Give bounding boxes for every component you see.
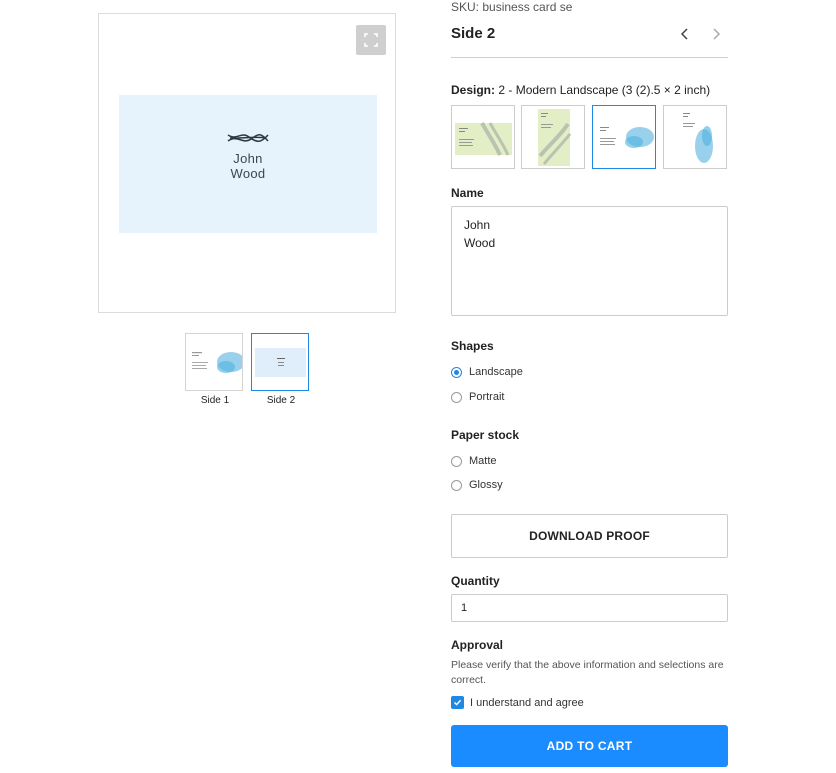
design-option-blue-landscape[interactable] [592,105,656,169]
chevron-left-icon[interactable] [677,26,693,42]
design-label-value: 2 - Modern Landscape (3 (2).5 × 2 inch) [498,83,711,97]
radio-label: Matte [469,455,497,467]
design-label: Design: 2 - Modern Landscape (3 (2).5 × … [451,83,710,97]
chevron-right-icon[interactable] [708,26,724,42]
blue-portrait-design-image [680,109,713,166]
green-portrait-design-image [538,109,572,166]
name-label: Name [451,186,484,200]
expand-icon [364,33,378,47]
radio-label: Portrait [469,391,505,403]
thumbnail-label-side-1: Side 1 [200,395,230,406]
agree-label: I understand and agree [470,696,584,709]
checkmark-icon [453,699,462,706]
design-option-green-landscape[interactable] [451,105,515,169]
blue-landscape-design-image [596,123,654,155]
agree-checkbox[interactable] [451,696,464,709]
title-divider [451,57,728,58]
radio-button[interactable] [451,455,462,467]
card-name-first: John [233,151,263,166]
side-title: Side 2 [451,25,496,42]
radio-button[interactable] [451,479,462,491]
add-to-cart-button[interactable]: ADD TO CART [451,725,728,767]
design-option-blue-portrait[interactable] [663,105,727,169]
fullscreen-button[interactable] [356,25,386,55]
shape-option-landscape[interactable]: Landscape [451,366,523,378]
quantity-input[interactable] [451,594,728,622]
approval-label: Approval [451,638,504,652]
wave-logo-icon [227,134,269,142]
quantity-label: Quantity [451,574,500,588]
green-landscape-design-image [455,122,512,156]
radio-label: Glossy [469,479,503,491]
side-2-thumbnail-image [255,348,306,377]
approval-text: Please verify that the above information… [451,659,724,686]
side-1-thumbnail-image [187,347,242,379]
shape-option-portrait[interactable]: Portrait [451,391,504,403]
sku-text: SKU: business card se [451,0,573,14]
paper-stock-label: Paper stock [451,428,520,442]
radio-button[interactable] [451,366,462,378]
thumbnail-side-1[interactable] [185,333,243,391]
radio-label: Landscape [469,366,523,378]
name-field[interactable] [451,206,728,316]
agree-checkbox-row[interactable]: I understand and agree [451,696,584,709]
shapes-label: Shapes [451,339,494,353]
design-option-green-portrait[interactable] [521,105,585,169]
thumbnail-side-2[interactable] [251,333,309,391]
radio-button[interactable] [451,391,462,403]
paper-option-matte[interactable]: Matte [451,455,497,467]
thumbnail-label-side-2: Side 2 [266,395,296,406]
card-name-last: Wood [230,166,266,181]
paper-option-glossy[interactable]: Glossy [451,479,503,491]
download-proof-button[interactable]: DOWNLOAD PROOF [451,514,728,558]
design-label-prefix: Design: [451,83,496,97]
